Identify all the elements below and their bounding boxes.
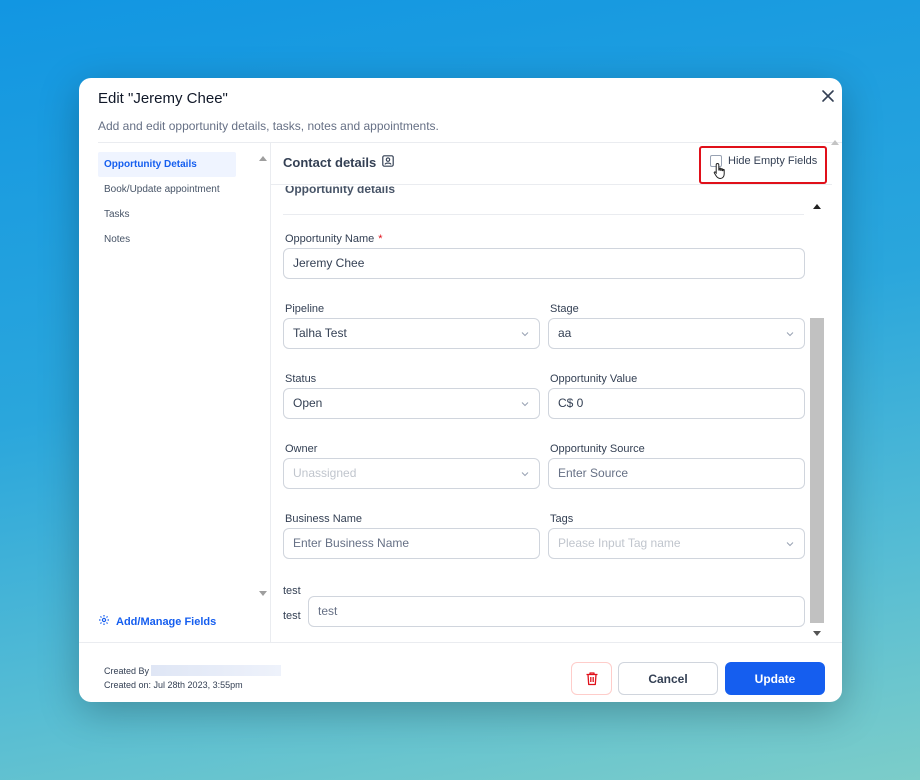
opportunity-value-input[interactable]: C$ 0 [548, 388, 805, 419]
form-scrollbar[interactable] [810, 200, 824, 640]
status-label: Status [285, 373, 317, 385]
tags-placeholder: Please Input Tag name [558, 536, 681, 550]
created-by: Created By [104, 665, 282, 676]
chevron-down-icon [521, 472, 529, 477]
status-value: Open [293, 396, 323, 410]
add-manage-fields-button[interactable]: Add/Manage Fields [98, 614, 216, 629]
test-label: test [283, 585, 301, 597]
modal-subtitle: Add and edit opportunity details, tasks,… [98, 119, 439, 133]
pipeline-select[interactable]: Talha Test [283, 318, 540, 349]
opportunity-source-input[interactable]: Enter Source [548, 458, 805, 489]
status-select[interactable]: Open [283, 388, 540, 419]
owner-label: Owner [285, 443, 318, 455]
created-on: Created on: Jul 28th 2023, 3:55pm [104, 680, 243, 690]
opportunity-name-label-text: Opportunity Name [285, 233, 375, 245]
update-button[interactable]: Update [725, 662, 825, 695]
sidebar-item-tasks[interactable]: Tasks [98, 202, 236, 227]
opportunity-form: Opportunity details Opportunity Name * Je… [271, 186, 816, 638]
gear-icon [98, 614, 110, 629]
delete-button[interactable] [571, 662, 612, 695]
stage-label: Stage [550, 303, 579, 315]
modal-scrollbar[interactable] [831, 136, 839, 156]
tags-select[interactable]: Please Input Tag name [548, 528, 805, 559]
sidebar-item-notes[interactable]: Notes [98, 227, 236, 252]
edit-opportunity-modal: Edit "Jeremy Chee" Add and edit opportun… [79, 78, 842, 702]
business-name-input[interactable]: Enter Business Name [283, 528, 540, 559]
close-icon[interactable] [820, 88, 836, 104]
opportunity-value-label: Opportunity Value [550, 373, 638, 385]
scroll-up-icon[interactable] [259, 156, 267, 161]
pipeline-label: Pipeline [285, 303, 325, 315]
owner-select[interactable]: Unassigned [283, 458, 540, 489]
footer-divider [79, 642, 842, 643]
chevron-down-icon [786, 542, 794, 547]
tags-label: Tags [550, 513, 574, 525]
scroll-up-icon[interactable] [831, 140, 839, 145]
contact-card-icon[interactable] [382, 155, 394, 170]
sidebar-item-book-appointment[interactable]: Book/Update appointment [98, 177, 236, 202]
section-divider [283, 214, 804, 215]
chevron-down-icon [786, 332, 794, 337]
scrollbar-thumb[interactable] [810, 318, 824, 623]
modal-title: Edit "Jeremy Chee" [98, 90, 228, 107]
section-title: Opportunity details [285, 186, 396, 196]
required-mark: * [378, 233, 383, 245]
scroll-down-icon[interactable] [259, 591, 267, 596]
sidebar-item-opportunity-details[interactable]: Opportunity Details [98, 152, 236, 177]
contact-details-label: Contact details [283, 155, 377, 170]
chevron-down-icon [521, 332, 529, 337]
opportunity-source-label: Opportunity Source [550, 443, 645, 455]
business-name-label: Business Name [285, 513, 363, 525]
cancel-button[interactable]: Cancel [618, 662, 718, 695]
sidebar-scrollbar[interactable] [256, 154, 270, 596]
test-input[interactable]: test [308, 596, 805, 627]
trash-icon [586, 672, 597, 686]
test-inline-label: test [283, 610, 301, 622]
redacted-creator-name [151, 665, 282, 676]
hide-empty-label: Hide Empty Fields [728, 155, 818, 167]
opportunity-name-input[interactable]: Jeremy Chee [283, 248, 805, 279]
scroll-down-icon[interactable] [813, 631, 821, 636]
opportunity-name-label: Opportunity Name * [285, 233, 383, 245]
stage-value: aa [558, 326, 572, 340]
scroll-up-icon[interactable] [813, 204, 821, 209]
add-manage-fields-label: Add/Manage Fields [116, 615, 217, 628]
stage-select[interactable]: aa [548, 318, 805, 349]
sidebar-nav: Opportunity Details Book/Update appointm… [98, 152, 236, 252]
created-by-label: Created By [104, 665, 150, 676]
contact-details-title: Contact details [283, 155, 394, 170]
pointer-hand-icon [713, 162, 727, 185]
pipeline-value: Talha Test [293, 326, 347, 340]
chevron-down-icon [521, 402, 529, 407]
owner-placeholder: Unassigned [293, 466, 357, 480]
